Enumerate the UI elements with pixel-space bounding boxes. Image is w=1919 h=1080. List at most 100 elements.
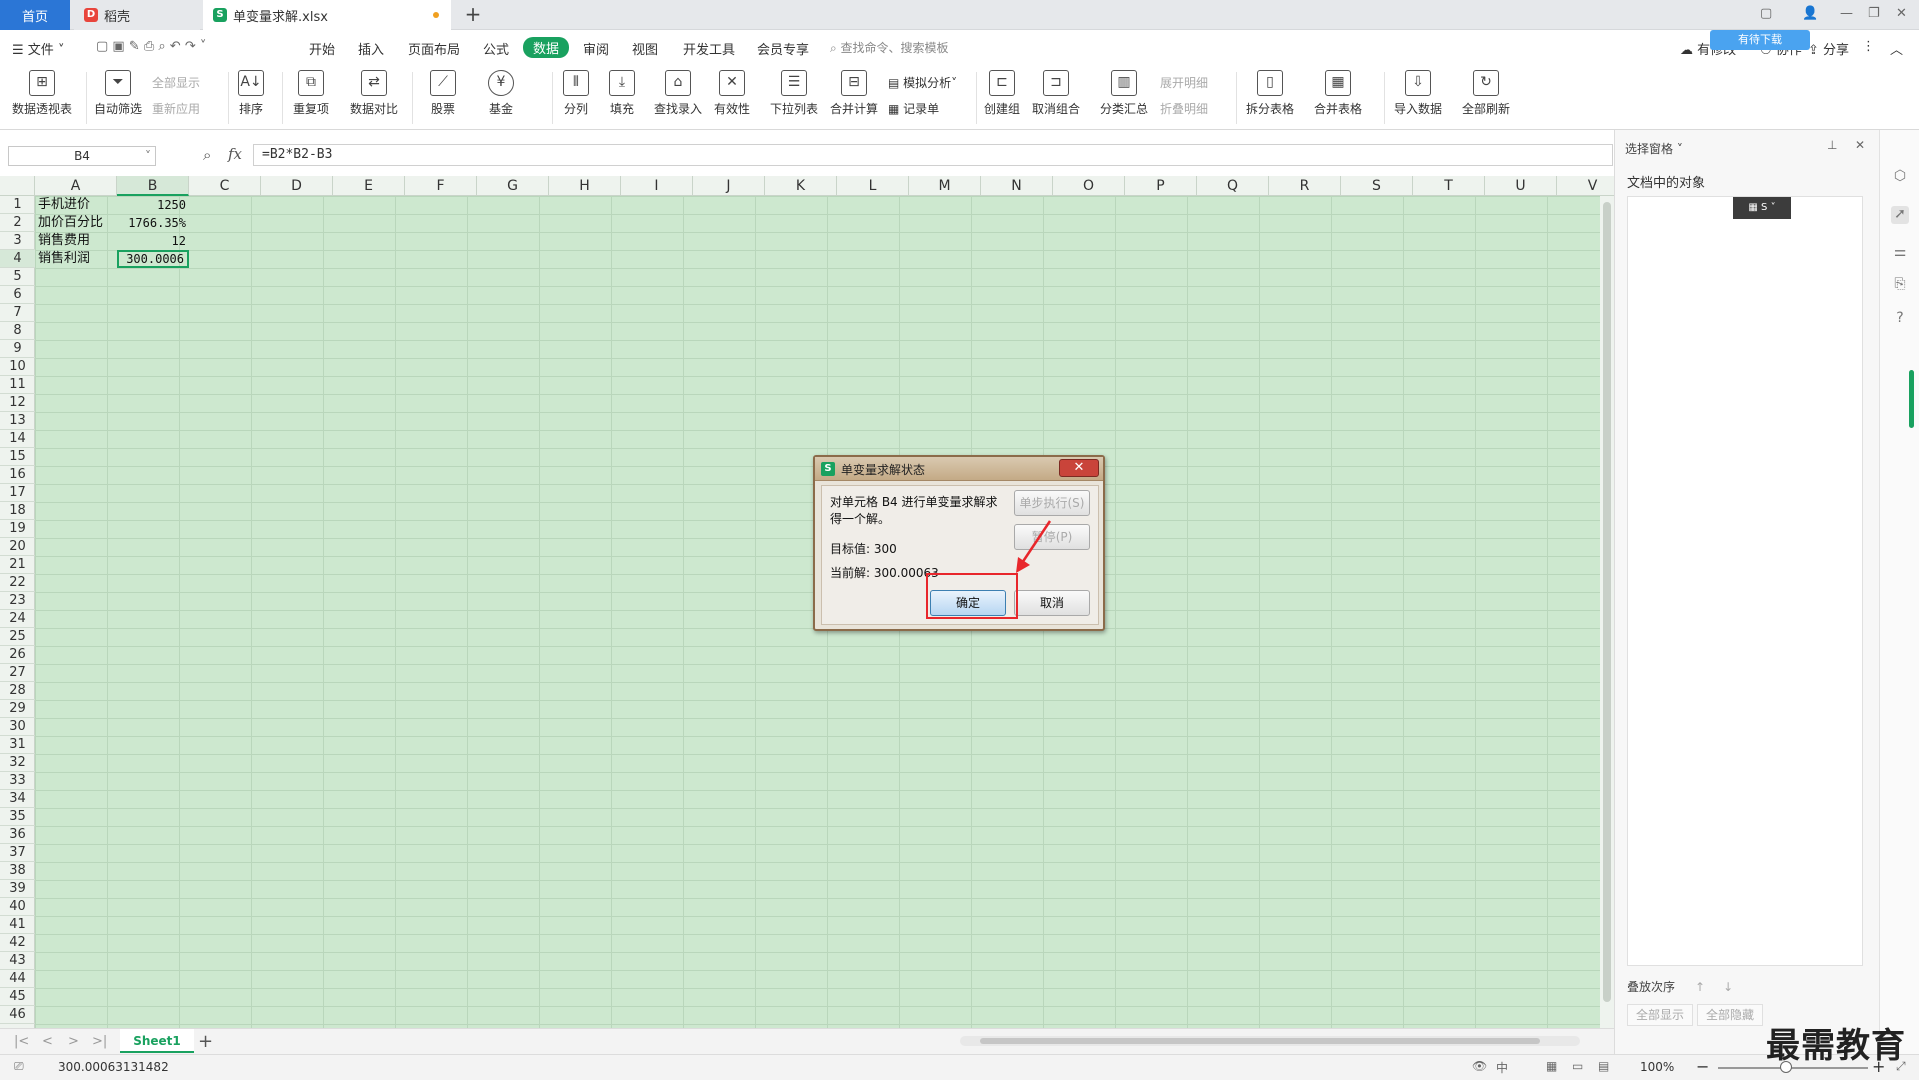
add-sheet-icon[interactable]: + [198, 1031, 213, 1052]
column-header-e[interactable]: E [333, 176, 405, 196]
name-box[interactable]: B4 ˅ [8, 146, 156, 166]
page-break-view-icon[interactable]: ▤ [1598, 1059, 1609, 1073]
page-layout-view-icon[interactable]: ▭ [1572, 1059, 1583, 1073]
row-header-38[interactable]: 38 [0, 862, 35, 880]
collapse-ribbon-icon[interactable]: ︿ [1890, 39, 1903, 58]
cell-b2[interactable]: 1766.35% [117, 214, 189, 232]
close-icon[interactable]: ✕ [1896, 6, 1907, 21]
prev-sheet-icon[interactable]: < [42, 1034, 53, 1049]
macro-record-icon[interactable]: ⎚ [14, 1059, 24, 1074]
cell-a2[interactable]: 加价百分比 [35, 214, 117, 232]
maximize-icon[interactable]: ❐ [1868, 6, 1880, 21]
import-data-button[interactable]: ⇩ 导入数据 [1394, 70, 1442, 117]
sidebar-scroll-indicator[interactable] [1909, 370, 1914, 428]
row-header-43[interactable]: 43 [0, 952, 35, 970]
more-icon[interactable]: ⋮ [1862, 39, 1875, 54]
command-search[interactable]: ⌕ 查找命令、搜索模板 [830, 39, 949, 56]
vertical-scroll-thumb[interactable] [1603, 202, 1611, 1002]
menu-review[interactable]: 审阅 [583, 39, 609, 58]
column-header-q[interactable]: Q [1197, 176, 1269, 196]
row-header-3[interactable]: 3 [0, 232, 35, 250]
file-menu[interactable]: ☰ 文件 ˅ [12, 39, 64, 58]
row-header-20[interactable]: 20 [0, 538, 35, 556]
fx-label[interactable]: fx [228, 145, 242, 163]
backup-icon[interactable]: ⎘ [1891, 276, 1909, 294]
zoom-formula-icon[interactable]: ⌕ [203, 146, 211, 164]
column-header-u[interactable]: U [1485, 176, 1557, 196]
row-header-13[interactable]: 13 [0, 412, 35, 430]
sort-button[interactable]: A↓ 排序 [238, 70, 264, 117]
subtotal-button[interactable]: ▥ 分类汇总 [1100, 70, 1148, 117]
column-header-d[interactable]: D [261, 176, 333, 196]
row-header-4[interactable]: 4 [0, 250, 35, 268]
pin-icon[interactable]: ⊥ [1827, 138, 1837, 152]
send-backward-icon[interactable]: ↓ [1723, 980, 1733, 994]
row-header-24[interactable]: 24 [0, 610, 35, 628]
row-header-12[interactable]: 12 [0, 394, 35, 412]
row-header-15[interactable]: 15 [0, 448, 35, 466]
compare-button[interactable]: ⇄ 数据对比 [350, 70, 398, 117]
column-header-l[interactable]: L [837, 176, 909, 196]
consolidate-button[interactable]: ⊟ 合并计算 [830, 70, 878, 117]
duplicates-button[interactable]: ⧉ 重复项 [293, 70, 329, 117]
row-header-45[interactable]: 45 [0, 988, 35, 1006]
row-header-5[interactable]: 5 [0, 268, 35, 286]
zoom-level[interactable]: 100% [1640, 1060, 1674, 1074]
column-header-p[interactable]: P [1125, 176, 1197, 196]
row-header-30[interactable]: 30 [0, 718, 35, 736]
column-header-c[interactable]: C [189, 176, 261, 196]
lookup-entry-button[interactable]: ⌂ 查找录入 [654, 70, 702, 117]
next-sheet-icon[interactable]: > [68, 1034, 79, 1049]
objects-list[interactable]: ▦ S ˅ [1627, 196, 1863, 966]
menu-page-layout[interactable]: 页面布局 [408, 39, 460, 58]
row-header-25[interactable]: 25 [0, 628, 35, 646]
row-header-1[interactable]: 1 [0, 196, 35, 214]
pane-hide-all-button[interactable]: 全部隐藏 [1697, 1004, 1764, 1026]
row-header-35[interactable]: 35 [0, 808, 35, 826]
column-header-i[interactable]: I [621, 176, 693, 196]
column-header-o[interactable]: O [1053, 176, 1125, 196]
normal-view-icon[interactable]: ▦ [1546, 1059, 1557, 1073]
column-header-h[interactable]: H [549, 176, 621, 196]
cancel-button[interactable]: 取消 [1014, 590, 1090, 616]
pane-show-all-button[interactable]: 全部显示 [1627, 1004, 1694, 1026]
cell-b1[interactable]: 1250 [117, 196, 189, 214]
row-header-32[interactable]: 32 [0, 754, 35, 772]
column-header-j[interactable]: J [693, 176, 765, 196]
menu-insert[interactable]: 插入 [358, 39, 384, 58]
cell-a3[interactable]: 销售费用 [35, 232, 117, 250]
selection-pane-title[interactable]: 选择窗格 ˅ [1625, 140, 1683, 157]
split-column-button[interactable]: ⫴ 分列 [563, 70, 589, 117]
stock-button[interactable]: ⟋ 股票 [430, 70, 456, 117]
settings-sliders-icon[interactable]: ⚌ [1891, 244, 1909, 262]
column-header-t[interactable]: T [1413, 176, 1485, 196]
input-method-icon[interactable]: 中 [1496, 1059, 1508, 1076]
help-icon[interactable]: ? [1891, 310, 1909, 328]
cloud-badge[interactable]: 有待下载 [1710, 30, 1810, 50]
refresh-all-button[interactable]: ↻ 全部刷新 [1462, 70, 1510, 117]
menu-data[interactable]: 数据 [523, 37, 570, 58]
eye-protection-icon[interactable]: 👁 [1472, 1059, 1487, 1073]
dialog-close-button[interactable]: ✕ [1059, 459, 1099, 477]
row-header-11[interactable]: 11 [0, 376, 35, 394]
window-layout-icon[interactable]: ▢ [1760, 6, 1772, 21]
row-header-22[interactable]: 22 [0, 574, 35, 592]
zoom-slider[interactable] [1718, 1067, 1868, 1069]
row-header-18[interactable]: 18 [0, 502, 35, 520]
row-header-33[interactable]: 33 [0, 772, 35, 790]
column-header-a[interactable]: A [35, 176, 117, 196]
row-header-46[interactable]: 46 [0, 1006, 35, 1024]
shape-icon[interactable]: ⬡ [1891, 168, 1909, 186]
wps-floating-toolbar[interactable]: ▦ S ˅ [1733, 197, 1791, 219]
column-header-k[interactable]: K [765, 176, 837, 196]
row-header-10[interactable]: 10 [0, 358, 35, 376]
menu-member[interactable]: 会员专享 [757, 39, 809, 58]
cell-a4[interactable]: 销售利润 [35, 250, 117, 268]
row-header-37[interactable]: 37 [0, 844, 35, 862]
row-header-14[interactable]: 14 [0, 430, 35, 448]
horizontal-scroll-thumb[interactable] [980, 1038, 1540, 1044]
fund-button[interactable]: ¥ 基金 [488, 70, 514, 117]
close-pane-icon[interactable]: ✕ [1855, 138, 1865, 152]
column-header-g[interactable]: G [477, 176, 549, 196]
tab-daoke[interactable]: D 稻壳 [74, 0, 200, 30]
